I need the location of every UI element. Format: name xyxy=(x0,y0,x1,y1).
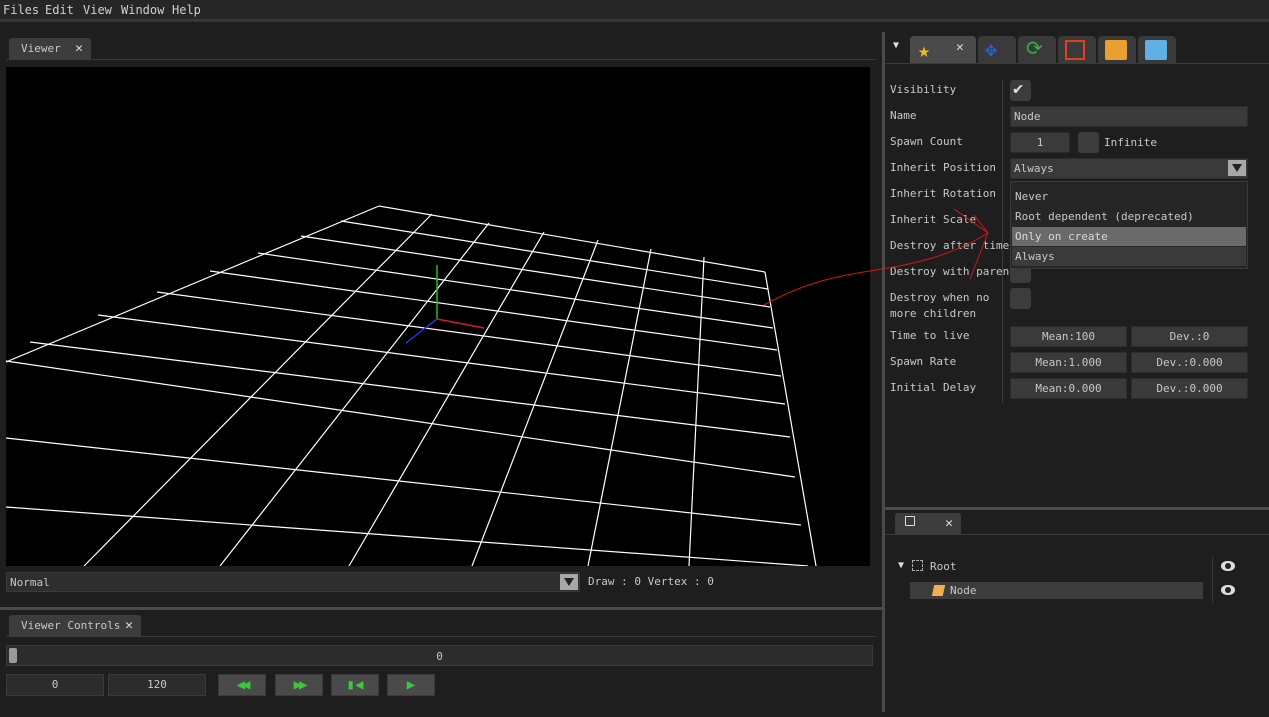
rotate-icon: ⟳ xyxy=(1026,36,1043,60)
label-visibility: Visibility xyxy=(890,83,957,96)
tree-tab-line xyxy=(885,534,1269,535)
skip-to-start-icon: ▮◀ xyxy=(346,677,364,693)
controls-tab-line xyxy=(6,636,876,637)
option-root-dependent[interactable]: Root dependent (deprecated) xyxy=(1012,207,1246,226)
spawn-rate-dev[interactable]: Dev.:0.000 xyxy=(1131,352,1248,373)
close-icon[interactable]: ✕ xyxy=(75,38,83,59)
menu-help[interactable]: Help xyxy=(172,3,201,17)
spawn-count-field[interactable]: 1 xyxy=(1010,132,1070,153)
infinite-checkbox[interactable] xyxy=(1078,132,1099,153)
play-icon: ▶ xyxy=(406,677,416,693)
play-button[interactable]: ▶ xyxy=(387,674,435,696)
menu-bar: Files Edit View Window Help xyxy=(0,0,1269,20)
viewport-3d[interactable] xyxy=(6,67,870,566)
timeline-slider[interactable]: 0 xyxy=(6,645,873,666)
eye-icon[interactable] xyxy=(1221,585,1235,595)
label-initial-delay: Initial Delay xyxy=(890,381,977,394)
close-icon[interactable]: ✕ xyxy=(945,513,953,534)
skip-to-start-button[interactable]: ▮◀ xyxy=(331,674,379,696)
render-mode-select[interactable]: Normal xyxy=(6,572,580,592)
fast-forward-icon: ▶▶ xyxy=(293,677,308,693)
tab-viewer-controls-label: Viewer Controls xyxy=(21,619,121,632)
grid xyxy=(6,205,817,566)
menu-window[interactable]: Window xyxy=(121,3,164,17)
expand-arrow-icon[interactable]: ▼ xyxy=(898,560,904,571)
label-spawn-rate: Spawn Rate xyxy=(890,355,957,368)
eye-icon[interactable] xyxy=(1221,561,1235,571)
tab-box[interactable] xyxy=(1098,36,1136,63)
option-only-on-create[interactable]: Only on create xyxy=(1012,227,1246,246)
tab-viewer-label: Viewer xyxy=(21,42,61,55)
horizontal-splitter-right[interactable] xyxy=(885,507,1269,510)
panel-menu-icon[interactable]: ▼ xyxy=(893,40,903,52)
label-spawn-count: Spawn Count xyxy=(890,135,963,148)
visibility-checkbox[interactable]: ✔ xyxy=(1010,79,1031,101)
box-icon xyxy=(1105,40,1127,60)
destroy-when-no-children-checkbox[interactable] xyxy=(1010,288,1031,309)
initial-delay-mean[interactable]: Mean:0.000 xyxy=(1010,378,1127,399)
rewind-button[interactable]: ◀◀ xyxy=(218,674,266,696)
menu-view[interactable]: View xyxy=(83,3,112,17)
horizontal-splitter-left[interactable] xyxy=(0,607,882,610)
draw-stats: Draw : 0 Vertex : 0 xyxy=(588,575,714,588)
infinite-label: Infinite xyxy=(1104,136,1157,149)
tree-root-label[interactable]: Root xyxy=(930,560,957,573)
render-mode-value: Normal xyxy=(10,576,50,589)
label-name: Name xyxy=(890,109,917,122)
label-inherit-rotation: Inherit Rotation xyxy=(890,187,996,200)
tab-scene-tree[interactable]: ✕ xyxy=(895,513,961,534)
check-icon: ✔ xyxy=(1013,79,1024,99)
menu-edit[interactable]: Edit xyxy=(45,3,74,17)
tree-node-label: Node xyxy=(950,584,977,597)
tab-cube[interactable] xyxy=(1138,36,1176,63)
label-time-to-live: Time to live xyxy=(890,329,970,342)
tab-viewer[interactable]: Viewer ✕ xyxy=(9,38,91,59)
option-always[interactable]: Always xyxy=(1012,247,1246,266)
timeline-value: 0 xyxy=(436,650,443,663)
root-icon xyxy=(912,560,923,571)
chevron-down-icon[interactable] xyxy=(560,574,578,590)
x-axis xyxy=(436,318,485,329)
tab-viewer-controls[interactable]: Viewer Controls ✕ xyxy=(9,615,141,636)
inherit-position-dropdown: Never Root dependent (deprecated) Only o… xyxy=(1010,181,1248,269)
tree-row-node[interactable]: Node xyxy=(910,582,1203,599)
cube-icon xyxy=(1145,40,1167,60)
end-frame-field[interactable]: 120 xyxy=(108,674,206,696)
start-frame-field[interactable]: 0 xyxy=(6,674,104,696)
menu-files[interactable]: Files xyxy=(3,3,39,17)
tab-rotate[interactable]: ⟳ xyxy=(1018,36,1056,63)
close-icon[interactable]: ✕ xyxy=(125,615,133,636)
scale-icon xyxy=(1065,40,1085,60)
option-never[interactable]: Never xyxy=(1012,187,1246,206)
tab-translate[interactable]: ✥ xyxy=(978,36,1016,63)
annotation-arrow xyxy=(763,208,989,306)
node-icon xyxy=(931,585,946,596)
inherit-position-select[interactable]: Always xyxy=(1010,158,1248,179)
menu-separator xyxy=(0,20,1269,22)
star-icon: ★ xyxy=(918,38,931,62)
time-to-live-mean[interactable]: Mean:100 xyxy=(1010,326,1127,347)
tab-scale[interactable] xyxy=(1058,36,1096,63)
rewind-icon: ◀◀ xyxy=(236,677,251,693)
fast-forward-button[interactable]: ▶▶ xyxy=(275,674,323,696)
name-field[interactable]: Node xyxy=(1010,106,1248,127)
tree-icon xyxy=(905,516,915,526)
move-icon: ✥ xyxy=(985,37,998,61)
tree-column-divider xyxy=(1212,557,1213,603)
time-to-live-dev[interactable]: Dev.:0 xyxy=(1131,326,1248,347)
chevron-down-icon[interactable] xyxy=(1228,160,1246,176)
label-inherit-position: Inherit Position xyxy=(890,161,996,174)
inherit-position-value: Always xyxy=(1014,162,1054,175)
tab-emitter-properties[interactable]: ★ ✕ xyxy=(910,36,976,63)
close-icon[interactable]: ✕ xyxy=(956,40,964,55)
initial-delay-dev[interactable]: Dev.:0.000 xyxy=(1131,378,1248,399)
viewer-tab-line xyxy=(6,59,876,60)
properties-tab-line xyxy=(885,63,1269,64)
spawn-rate-mean[interactable]: Mean:1.000 xyxy=(1010,352,1127,373)
vertical-splitter[interactable] xyxy=(882,32,885,712)
